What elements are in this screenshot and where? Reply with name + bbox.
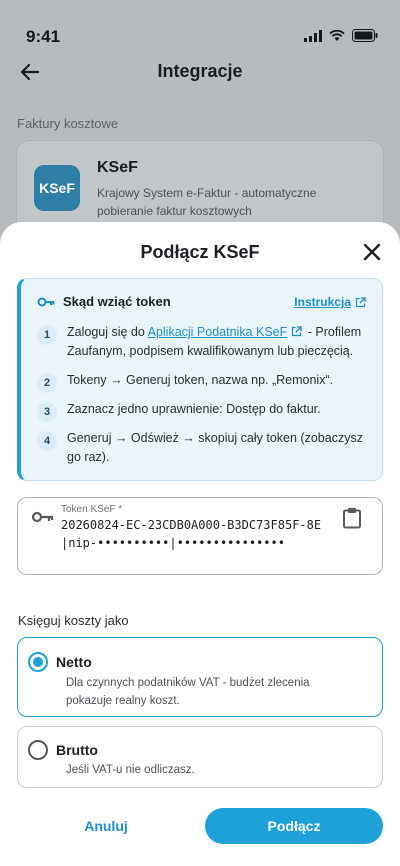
token-input[interactable]: 20260824-EC-23CDB0A000-B3DC73F85F-8E|nip… <box>61 516 326 552</box>
section-heading: Faktury kosztowe <box>17 116 119 131</box>
sheet-title: Podłącz KSeF <box>140 242 260 262</box>
step-number: 1 <box>37 325 57 345</box>
clipboard-icon[interactable] <box>342 507 362 529</box>
radio-brutto[interactable] <box>28 740 48 760</box>
header: Integracje <box>0 52 400 92</box>
key-icon <box>32 511 54 523</box>
card-description: Krajowy System e-Faktur - automatyczne p… <box>97 186 317 218</box>
battery-icon <box>352 29 378 42</box>
token-help-box: Skąd wziąć token Instrukcja 1 Zaloguj si… <box>17 278 383 481</box>
key-icon <box>37 297 55 307</box>
option-title: Netto <box>56 654 92 670</box>
connect-button[interactable]: Podłącz <box>205 808 383 844</box>
step-text: Zaloguj się do Aplikacji Podatnika KSeF … <box>67 323 377 361</box>
token-label: Token KSeF * <box>61 504 123 515</box>
close-icon[interactable] <box>360 240 384 264</box>
step-number: 3 <box>37 402 57 422</box>
option-netto[interactable]: Netto Dla czynnych podatników VAT - budż… <box>17 637 383 717</box>
card-title: KSeF <box>97 159 138 176</box>
info-title: Skąd wziąć token <box>63 294 171 309</box>
radio-netto[interactable] <box>28 652 48 672</box>
ksef-logo: KSeF <box>34 165 80 211</box>
step-text: Tokeny → Generuj token, nazwa np. „Remon… <box>67 373 334 387</box>
option-brutto[interactable]: Brutto Jeśli VAT-u nie odliczasz. <box>17 726 383 788</box>
option-title: Brutto <box>56 742 98 758</box>
cancel-button[interactable]: Anuluj <box>46 808 166 844</box>
external-link-icon <box>292 326 302 337</box>
option-description: Dla czynnych podatników VAT - budżet zle… <box>66 677 310 707</box>
external-link-icon <box>355 296 366 307</box>
instruction-link-label: Instrukcja <box>294 295 351 309</box>
option-description: Jeśli VAT-u nie odliczasz. <box>66 764 195 776</box>
step-number: 4 <box>37 431 57 451</box>
status-time: 9:41 <box>26 27 61 46</box>
step-text: Generuj → Odśwież → skopiuj cały token (… <box>67 431 363 464</box>
step-number: 2 <box>37 373 57 393</box>
instruction-link[interactable]: Instrukcja <box>294 295 366 309</box>
status-icons <box>304 29 378 42</box>
token-field[interactable]: Token KSeF * 20260824-EC-23CDB0A000-B3DC… <box>17 497 383 575</box>
signal-icon <box>304 29 322 42</box>
connect-ksef-sheet: Podłącz KSeF Skąd wziąć token Instrukcja… <box>0 222 400 866</box>
wifi-icon <box>329 29 345 41</box>
step-text: Zaznacz jedno uprawnienie: Dostęp do fak… <box>67 402 321 416</box>
taxpayer-app-link[interactable]: Aplikacji Podatnika KSeF <box>148 325 288 339</box>
page-title: Integracje <box>157 61 243 81</box>
step-text-part: Zaloguj się do <box>67 325 148 339</box>
cost-label: Księguj koszty jako <box>18 613 129 628</box>
